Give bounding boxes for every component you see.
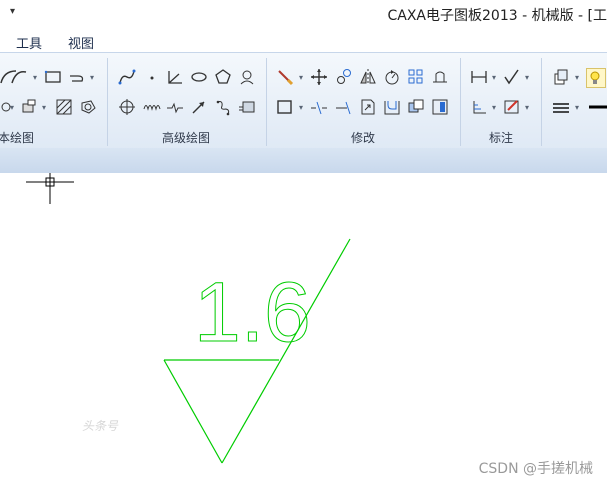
delete-tool-icon[interactable] (276, 68, 294, 86)
ellipse-tool-icon[interactable] (190, 68, 208, 86)
light-bulb-icon[interactable] (586, 68, 606, 88)
extend-tool-icon[interactable] (335, 98, 353, 116)
block-tool-icon[interactable] (20, 98, 38, 116)
sample-line-tool-icon[interactable] (214, 98, 232, 116)
arrow-tool-icon[interactable] (190, 98, 208, 116)
dropdown-arrow-icon[interactable]: ▾ (525, 73, 529, 82)
quick-access-dropdown-icon[interactable]: ▾ (10, 6, 15, 17)
window-title: CAXA电子图板2013 - 机械版 - [工 (387, 8, 607, 24)
dimension-tool-icon[interactable] (470, 68, 488, 86)
coordinate-dim-tool-icon[interactable] (470, 98, 488, 116)
line-width-icon[interactable] (552, 98, 570, 116)
group-label-advanced-draw: 高级绘图 (162, 131, 211, 145)
image-tool-icon[interactable] (238, 98, 256, 116)
dropdown-arrow-icon[interactable]: ▾ (90, 73, 94, 82)
roughness-value: 1.6 (194, 265, 311, 359)
ribbon-separator (460, 58, 461, 146)
dropdown-arrow-icon[interactable]: ▾ (575, 73, 579, 82)
dropdown-arrow-icon[interactable]: ▾ (299, 103, 303, 112)
polyline-tool-icon[interactable] (68, 68, 86, 86)
dropdown-arrow-icon[interactable]: ▾ (575, 103, 579, 112)
fillet-tool-icon[interactable] (383, 98, 401, 116)
hatch-tool-icon[interactable] (55, 98, 73, 116)
watermark-csdn: CSDN @手搓机械 (478, 461, 593, 477)
break-line-tool-icon[interactable] (166, 98, 184, 116)
curve-tool-icon[interactable] (118, 68, 136, 86)
move-tool-icon[interactable] (310, 68, 328, 86)
title-bar: ▾ CAXA电子图板2013 - 机械版 - [工 (0, 0, 607, 28)
line-style-selector[interactable] (588, 98, 607, 116)
layer-tool-icon[interactable] (552, 68, 570, 86)
dropdown-arrow-icon[interactable]: ▾ (42, 103, 46, 112)
group-label-modify: 修改 (351, 131, 376, 145)
text-tool-icon[interactable] (503, 98, 521, 116)
dropdown-arrow-icon[interactable]: ▾ (525, 103, 529, 112)
dropdown-arrow-icon[interactable]: ▾ (10, 103, 14, 112)
offset-tool-icon[interactable] (0, 98, 18, 116)
dropdown-arrow-icon[interactable]: ▾ (33, 73, 37, 82)
menu-tools[interactable]: 工具 (16, 33, 42, 52)
profile-tool-icon[interactable] (238, 68, 256, 86)
copy-tool-icon[interactable] (335, 68, 353, 86)
center-line-tool-icon[interactable] (118, 98, 136, 116)
watermark-text: 头条号 (82, 419, 119, 433)
ribbon-bottom-strip (0, 148, 607, 174)
rectangle-tool-icon[interactable] (44, 68, 62, 86)
roughness-tool-icon[interactable] (503, 68, 521, 86)
menu-view[interactable]: 视图 (68, 33, 94, 52)
ribbon-separator (541, 58, 542, 146)
crosshair-cursor (26, 173, 74, 204)
spline-tool-icon[interactable] (10, 68, 28, 86)
array-tool-icon[interactable] (407, 68, 425, 86)
group-label-annotate: 标注 (489, 131, 514, 145)
point-tool-icon[interactable] (143, 68, 161, 86)
wave-line-tool-icon[interactable] (143, 98, 161, 116)
trim-tool-icon[interactable] (310, 98, 328, 116)
angle-line-tool-icon[interactable] (166, 68, 184, 86)
rotate-tool-icon[interactable] (383, 68, 401, 86)
dropdown-arrow-icon[interactable]: ▾ (299, 73, 303, 82)
explode-tool-icon[interactable] (407, 98, 425, 116)
dropdown-arrow-icon[interactable]: ▾ (492, 73, 496, 82)
drawing-area: 1.6 (26, 173, 351, 464)
mirror-tool-icon[interactable] (359, 68, 377, 86)
stretch-tool-icon[interactable] (431, 68, 449, 86)
group-label-basic-draw: 本绘图 (0, 131, 35, 145)
polygon-tool-icon[interactable] (214, 68, 232, 86)
ribbon-separator (266, 58, 267, 146)
fill-tool-icon[interactable] (79, 98, 97, 116)
properties-tool-icon[interactable] (431, 98, 449, 116)
select-box-tool-icon[interactable] (276, 98, 294, 116)
ribbon-separator (107, 58, 108, 146)
scale-tool-icon[interactable] (359, 98, 377, 116)
dropdown-arrow-icon[interactable]: ▾ (492, 103, 496, 112)
